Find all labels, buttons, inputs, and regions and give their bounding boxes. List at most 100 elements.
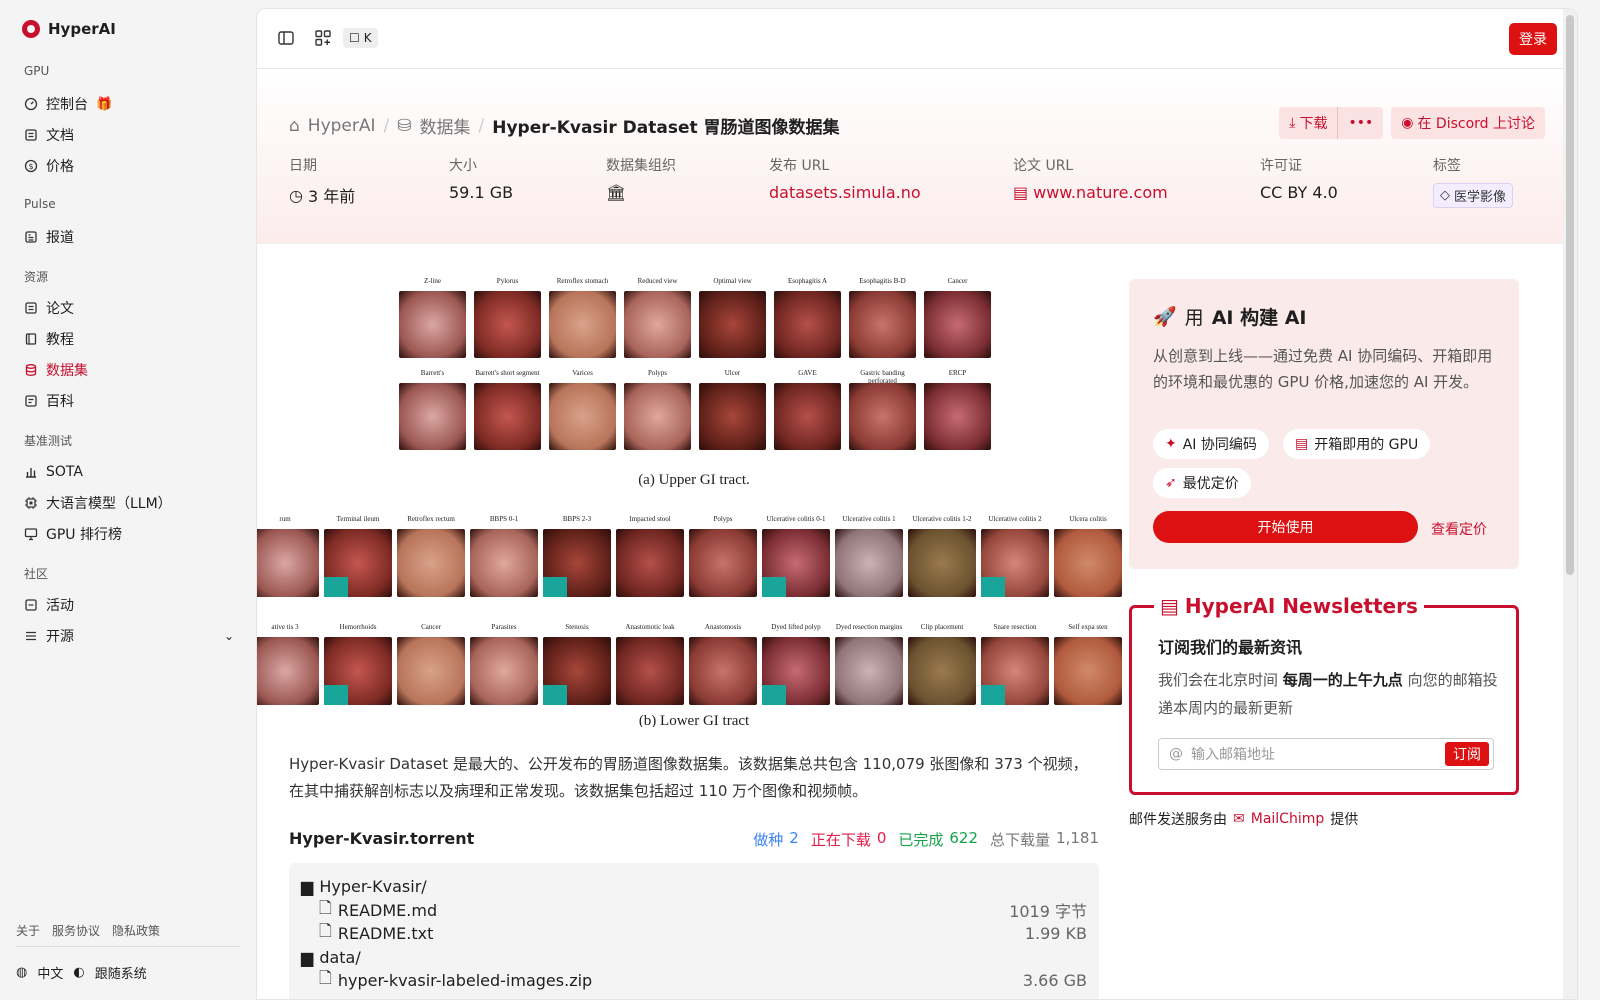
folder-icon: ▆ (301, 947, 314, 967)
command-icon: ☐ (349, 31, 360, 45)
mailchimp-link[interactable]: MailChimp (1251, 811, 1325, 827)
download-group: ⤓ 下载 ••• (1279, 107, 1384, 139)
at-icon: @ (1169, 746, 1183, 762)
privacy-link[interactable]: 隐私政策 (112, 922, 160, 939)
dollar-icon: $ (24, 159, 38, 173)
endoscopy-image: Anastomotic leak (616, 623, 684, 705)
image-label: Varices (572, 369, 593, 377)
bar-chart-icon (24, 465, 38, 479)
email-field[interactable]: @ 输入邮箱地址 订阅 (1158, 738, 1494, 770)
publish-url-link[interactable]: datasets.simula.no (769, 183, 921, 202)
file-tree-row[interactable]: 🗋 README.md 1019 字节 (301, 898, 1087, 923)
breadcrumb-separator: / (478, 115, 485, 136)
dataset-figure: Z-line Pylorus Retroflex stomach Reduced vi… (257, 267, 1122, 727)
chevron-down-icon[interactable]: ⌄ (224, 629, 234, 643)
file-size: 1019 字节 (1009, 902, 1087, 922)
start-button[interactable]: 开始使用 (1153, 511, 1418, 543)
search-shortcut[interactable]: ☐ K (343, 28, 378, 48)
theme-switch[interactable]: 跟随系统 (95, 963, 147, 982)
endoscopy-image: Ulcer (699, 369, 766, 450)
file-icon: 🗋 (319, 968, 332, 988)
sidebar-item-opensource[interactable]: 开源 ⌄ (24, 622, 234, 650)
book-icon (24, 332, 38, 346)
file-tree-row[interactable]: 🗋 README.txt 1.99 KB (301, 921, 1087, 946)
chip-gpu[interactable]: ▤ 开箱即用的 GPU (1283, 429, 1431, 459)
gauge-icon (24, 97, 38, 111)
language-switch[interactable]: 中文 (37, 963, 63, 982)
paper-url-link[interactable]: www.nature.com (1033, 183, 1168, 202)
meta-label: 日期 (289, 158, 317, 174)
app-root: HyperAI GPU 控制台 🎁 文档 $ 价格 Pulse 报道 资源 论文 (0, 0, 1600, 1000)
endoscopy-image: Impacted stool (616, 515, 684, 597)
sidebar-item-docs[interactable]: 文档 (24, 121, 234, 149)
download-button[interactable]: ⤓ 下载 (1279, 107, 1338, 139)
image-label: Optimal view (713, 277, 752, 285)
meta-label: 论文 URL (1013, 158, 1074, 174)
chip-label: 开箱即用的 GPU (1314, 437, 1419, 453)
endoscopy-image: Cancer (924, 277, 991, 358)
meta-label: 许可证 (1260, 158, 1302, 174)
sidebar-item-wiki[interactable]: 百科 (24, 387, 234, 415)
image-label: Dyed resection margins (835, 623, 903, 631)
about-link[interactable]: 关于 (16, 922, 40, 939)
sidebar-item-console[interactable]: 控制台 🎁 (24, 90, 234, 118)
image-label: Parasites (491, 623, 517, 631)
image-label: Polyps (647, 369, 668, 377)
chip-ai-coding[interactable]: ✦ AI 协同编码 (1153, 429, 1269, 459)
endoscopy-image: BBPS 2-3 (543, 515, 611, 597)
image-label: Retroflex stomach (556, 277, 609, 285)
app-title: HyperAI (48, 20, 116, 38)
sidebar-item-papers[interactable]: 论文 (24, 294, 234, 322)
discord-button[interactable]: ◉ 在 Discord 上讨论 (1391, 107, 1545, 139)
newsletter-subtitle: 订阅我们的最新资讯 (1158, 638, 1303, 657)
endoscopy-image: Hemorrhoids (324, 623, 392, 705)
endoscopy-image: Retroflex rectum (397, 515, 465, 597)
sidebar-item-sota[interactable]: SOTA (24, 458, 234, 486)
sidebar-toggle-icon[interactable] (277, 29, 295, 47)
chip-pricing[interactable]: ➶ 最优定价 (1153, 468, 1251, 498)
breadcrumb-home[interactable]: HyperAI (308, 116, 376, 136)
breadcrumb-section[interactable]: 数据集 (420, 113, 471, 138)
endoscopy-image: ERCP (924, 369, 991, 450)
promo-card: 🚀 用 AI 构建 AI 从创意到上线——通过免费 AI 协同编码、开箱即用的环… (1129, 279, 1519, 569)
meta-size: 大小 59.1 GB (449, 155, 513, 202)
image-label: Ulcerative colitis 2 (988, 515, 1042, 523)
login-button[interactable]: 登录 (1509, 23, 1557, 55)
globe-icon: ◍ (16, 965, 28, 980)
file-tree-row[interactable]: 🗋 hyper-kvasir-labeled-images.zip 3.66 G… (301, 968, 1087, 993)
sidebar-item-tutorials[interactable]: 教程 (24, 325, 234, 353)
section-community: 社区 (24, 567, 49, 581)
file-tree-row[interactable]: ▆ data/ (301, 946, 1087, 970)
meta-date: 日期 ◷ 3 年前 (289, 155, 355, 207)
terms-link[interactable]: 服务协议 (52, 922, 100, 939)
scrollbar-thumb[interactable] (1566, 15, 1574, 575)
sparkle-icon: ✦ (1165, 436, 1177, 452)
subscribe-button[interactable]: 订阅 (1445, 742, 1489, 766)
endoscopy-image: Ulcerative colitis 2 (981, 515, 1049, 597)
sidebar-item-llm[interactable]: 大语言模型（LLM） (24, 489, 234, 517)
paper-icon: ▤ (1013, 183, 1029, 202)
view-pricing-link[interactable]: 查看定价 (1431, 519, 1487, 539)
sidebar-item-gpu-leaderboard[interactable]: GPU 排行榜 (24, 520, 234, 548)
section-gpu: GPU (24, 64, 50, 78)
image-label: BBPS 0-1 (489, 515, 519, 523)
endoscopy-image: Polyps (689, 515, 757, 597)
endoscopy-image: Clip placement (908, 623, 976, 705)
newsletter-body-bold: 每周一的上午九点 (1282, 671, 1403, 689)
sidebar-item-events[interactable]: 活动 (24, 591, 234, 619)
endoscopy-image: Self expa sten (1054, 623, 1122, 705)
sidebar-item-news[interactable]: 报道 (24, 223, 234, 251)
logo[interactable]: HyperAI (22, 20, 116, 38)
image-label: Barrett's (420, 369, 445, 377)
tag-badge[interactable]: ◇ 医学影像 (1433, 183, 1514, 208)
endoscopy-image: Z-line (399, 277, 466, 358)
more-button[interactable]: ••• (1338, 107, 1384, 139)
scrollbar[interactable] (1563, 9, 1577, 999)
file-tree-row[interactable]: ▆ Hyper-Kvasir/ (301, 875, 1087, 899)
sidebar-item-datasets[interactable]: 数据集 (24, 356, 234, 384)
apps-icon[interactable] (314, 29, 332, 47)
image-label: GAVE (798, 369, 817, 377)
image-label: Anastomosis (704, 623, 742, 631)
section-benchmarks: 基准测试 (24, 434, 73, 448)
sidebar-item-pricing[interactable]: $ 价格 (24, 152, 234, 180)
